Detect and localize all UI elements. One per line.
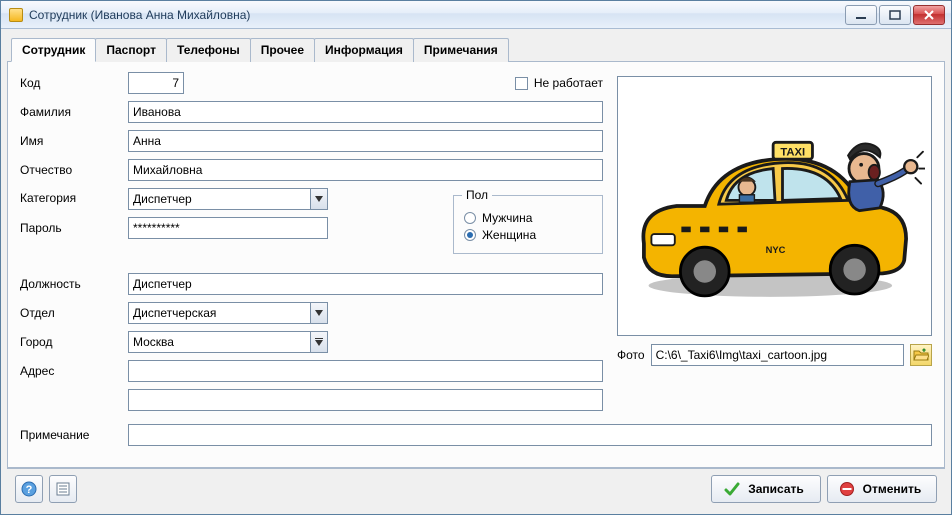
photo-label: Фото	[617, 348, 645, 362]
gender-male-radio[interactable]	[464, 212, 476, 224]
titlebar: Сотрудник (Иванова Анна Михайловна)	[1, 1, 951, 29]
gender-fieldset: Пол Мужчина Женщина	[453, 188, 603, 254]
surname-label: Фамилия	[20, 105, 128, 119]
employee-window: Сотрудник (Иванова Анна Михайловна) Сотр…	[0, 0, 952, 515]
app-icon	[9, 8, 23, 22]
tab-phones[interactable]: Телефоны	[166, 38, 251, 62]
cancel-button[interactable]: Отменить	[827, 475, 937, 503]
save-label: Записать	[748, 482, 804, 496]
tab-label: Паспорт	[106, 43, 156, 57]
client-area: Сотрудник Паспорт Телефоны Прочее Информ…	[1, 29, 951, 514]
close-button[interactable]	[913, 5, 945, 25]
photo-path-input[interactable]	[651, 344, 904, 366]
password-label: Пароль	[20, 221, 128, 235]
tab-notes[interactable]: Примечания	[413, 38, 509, 62]
check-icon	[724, 481, 740, 497]
tab-label: Телефоны	[177, 43, 240, 57]
gender-female-row[interactable]: Женщина	[464, 228, 592, 242]
code-input[interactable]	[128, 72, 184, 94]
city-label: Город	[20, 335, 128, 349]
category-dropdown-button[interactable]	[310, 188, 328, 210]
cancel-label: Отменить	[863, 482, 922, 496]
category-label: Категория	[20, 191, 128, 205]
city-dropdown-button[interactable]	[310, 331, 328, 353]
bottom-toolbar: ? Записать	[7, 468, 945, 508]
gender-female-label: Женщина	[482, 228, 536, 242]
not-working-label: Не работает	[534, 76, 603, 90]
note-input[interactable]	[128, 424, 932, 446]
code-label: Код	[20, 76, 128, 90]
address-label: Адрес	[20, 364, 128, 378]
maximize-button[interactable]	[879, 5, 911, 25]
city-combo[interactable]	[128, 331, 328, 353]
minimize-button[interactable]	[845, 5, 877, 25]
help-button[interactable]: ?	[15, 475, 43, 503]
photo-column: TAXI NYC	[617, 72, 932, 366]
photo-preview: TAXI NYC	[617, 76, 932, 336]
tab-label: Прочее	[261, 43, 304, 57]
name-label: Имя	[20, 134, 128, 148]
department-input[interactable]	[128, 302, 310, 324]
gender-legend: Пол	[462, 188, 492, 202]
tab-other[interactable]: Прочее	[250, 38, 315, 62]
password-input[interactable]	[128, 217, 328, 239]
department-combo[interactable]	[128, 302, 328, 324]
taxi-cartoon-image: TAXI NYC	[625, 103, 925, 309]
list-icon	[55, 481, 71, 497]
tab-passport[interactable]: Паспорт	[95, 38, 167, 62]
address-input[interactable]	[128, 360, 603, 382]
help-icon: ?	[21, 481, 37, 497]
tab-label: Информация	[325, 43, 403, 57]
gender-female-radio[interactable]	[464, 229, 476, 241]
note-label: Примечание	[20, 428, 128, 442]
stop-icon	[839, 481, 855, 497]
tab-info[interactable]: Информация	[314, 38, 414, 62]
photo-browse-button[interactable]	[910, 344, 932, 366]
tabstrip: Сотрудник Паспорт Телефоны Прочее Информ…	[7, 35, 945, 62]
gender-male-row[interactable]: Мужчина	[464, 211, 592, 225]
svg-text:TAXI: TAXI	[780, 146, 805, 158]
category-input[interactable]	[128, 188, 310, 210]
department-dropdown-button[interactable]	[310, 302, 328, 324]
form-column: Код Не работает Фамилия	[20, 72, 603, 418]
address-input-2[interactable]	[128, 389, 603, 411]
svg-text:?: ?	[26, 484, 33, 496]
tab-label: Примечания	[424, 43, 498, 57]
city-input[interactable]	[128, 331, 310, 353]
save-button[interactable]: Записать	[711, 475, 821, 503]
window-title: Сотрудник (Иванова Анна Михайловна)	[29, 8, 250, 22]
position-input[interactable]	[128, 273, 603, 295]
gender-male-label: Мужчина	[482, 211, 532, 225]
folder-open-icon	[913, 347, 929, 363]
name-input[interactable]	[128, 130, 603, 152]
tab-employee[interactable]: Сотрудник	[11, 38, 96, 62]
not-working-checkbox[interactable]	[515, 77, 528, 90]
position-label: Должность	[20, 277, 128, 291]
tab-label: Сотрудник	[22, 43, 85, 57]
svg-text:NYC: NYC	[765, 245, 785, 255]
not-working-row: Не работает	[515, 76, 603, 90]
list-button[interactable]	[49, 475, 77, 503]
patronymic-input[interactable]	[128, 159, 603, 181]
tab-body: Код Не работает Фамилия	[7, 62, 945, 468]
category-combo[interactable]	[128, 188, 328, 210]
department-label: Отдел	[20, 306, 128, 320]
surname-input[interactable]	[128, 101, 603, 123]
patronymic-label: Отчество	[20, 163, 128, 177]
